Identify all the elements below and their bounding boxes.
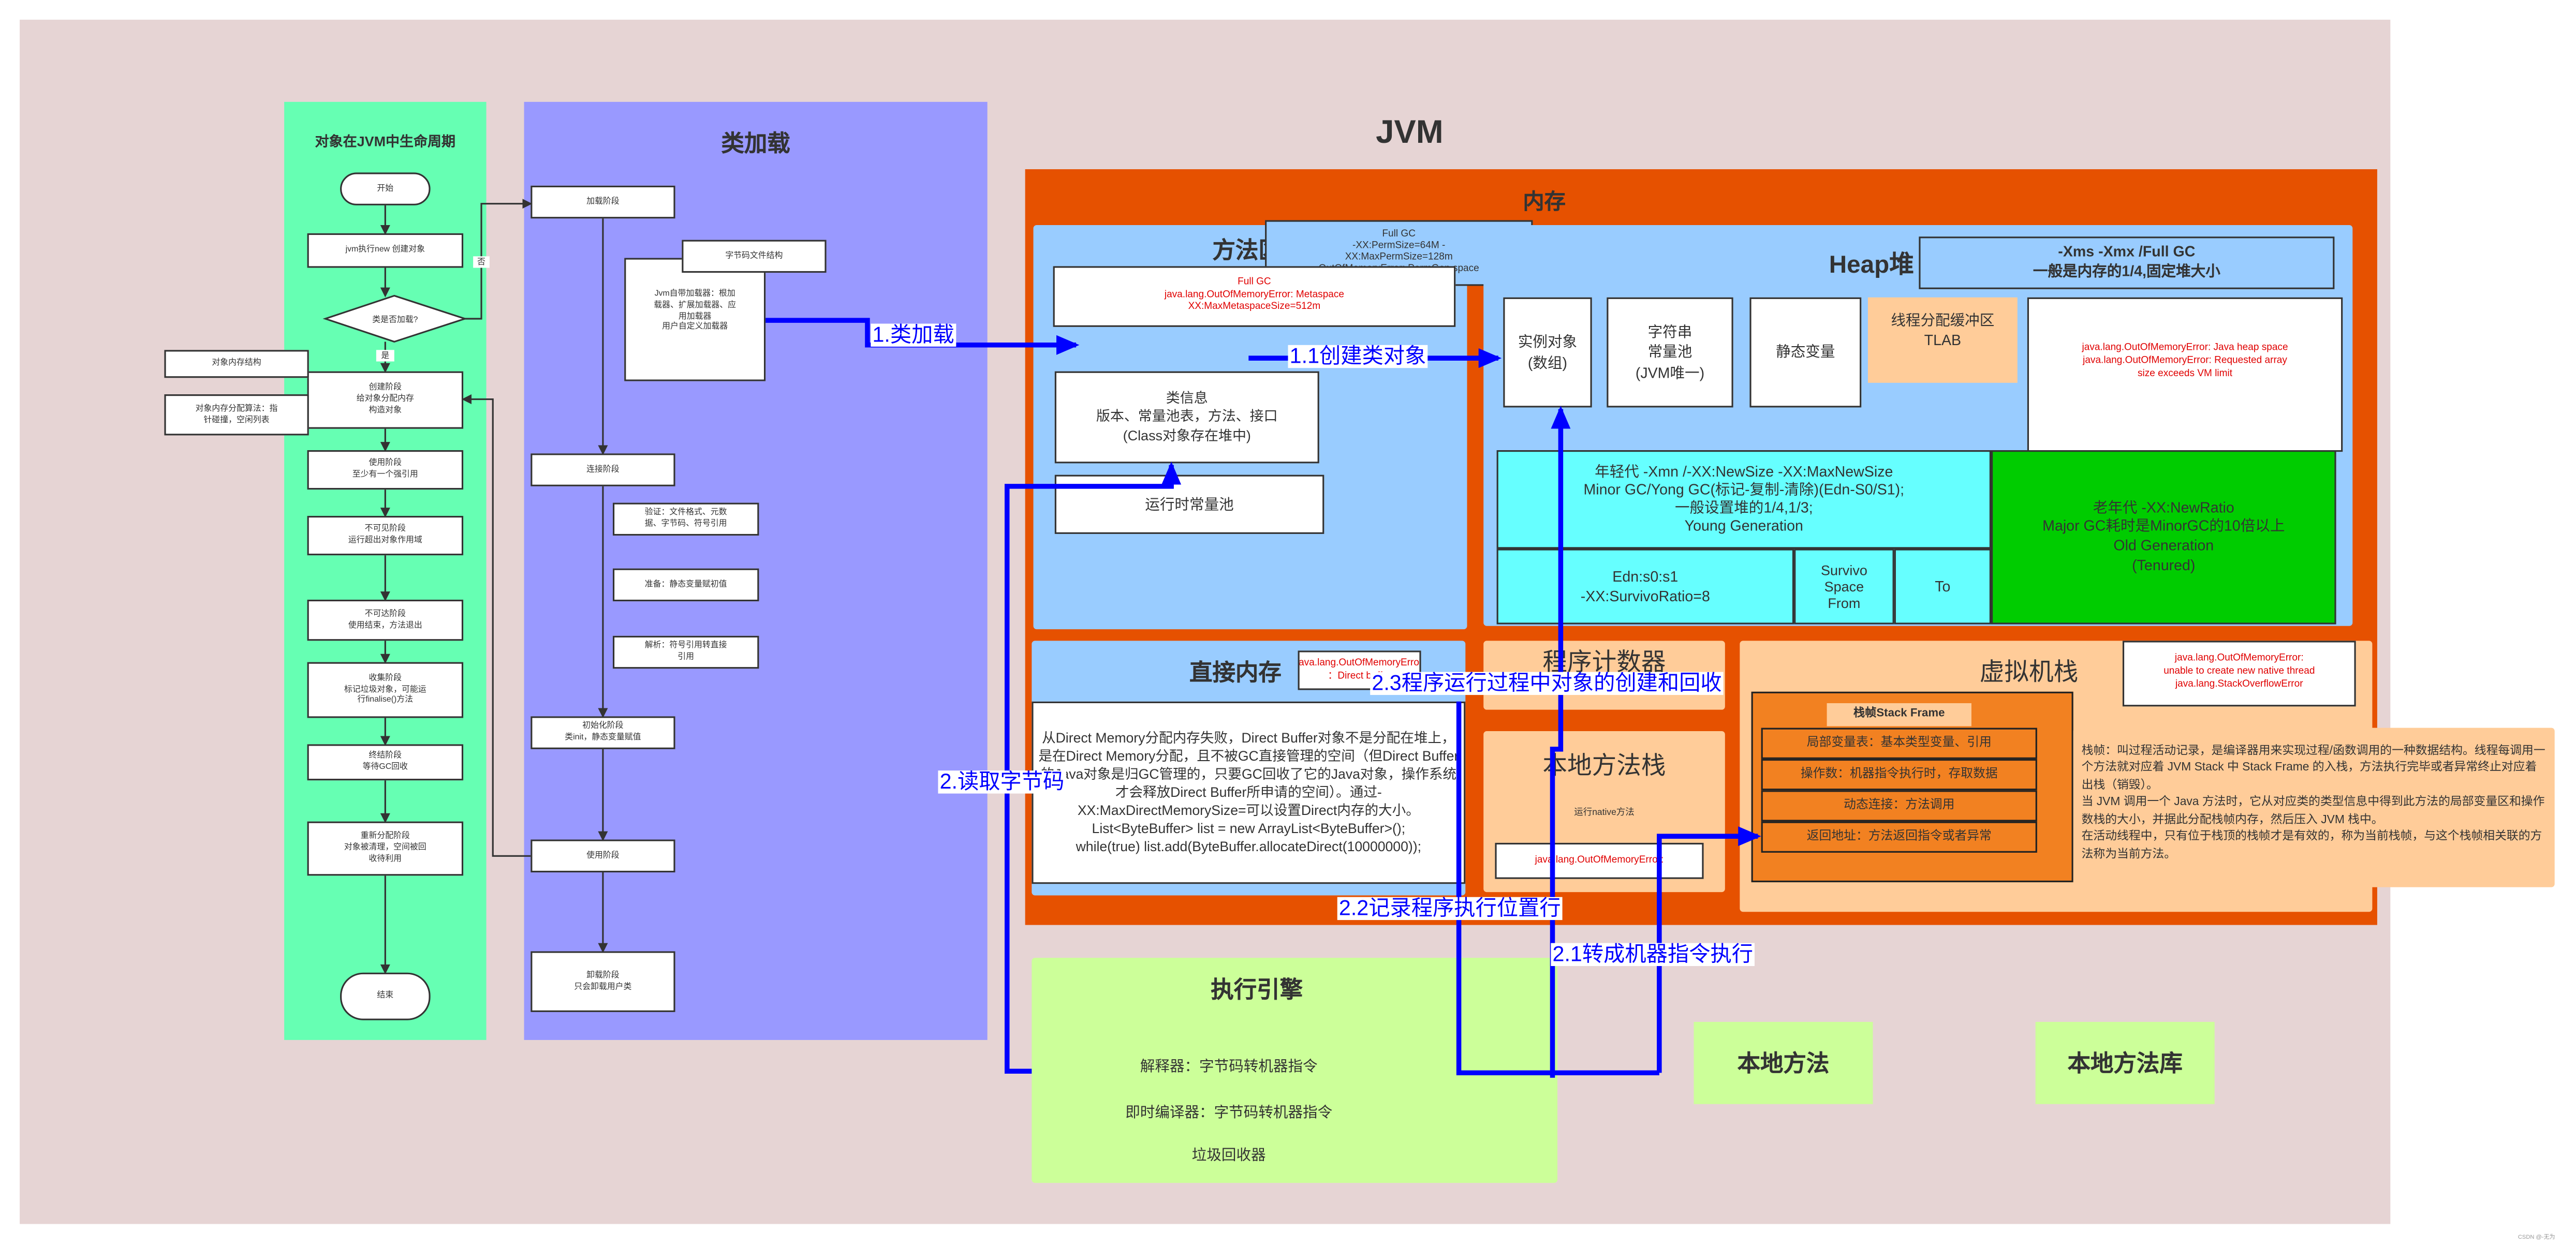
return-arrow xyxy=(461,394,531,857)
label-create-class-object: 1.1创建类对象 xyxy=(1288,344,1428,369)
label-object-lifecycle: 2.3程序运行过程中对象的创建和回收 xyxy=(1370,671,1724,696)
arrow-record-position xyxy=(1456,701,1659,1076)
connector-layer xyxy=(380,199,1761,1078)
label-record-position: 2.2记录程序执行位置行 xyxy=(1337,896,1563,921)
arrow-read-bytecode xyxy=(1004,462,1182,1074)
yes-label: 是 xyxy=(376,350,394,362)
arrow-object-lifecycle xyxy=(1550,406,1571,1078)
no-label: 否 xyxy=(473,256,490,268)
label-machine-instruction: 2.1转成机器指令执行 xyxy=(1551,942,1755,967)
label-class-load: 1.类加载 xyxy=(871,322,956,347)
diagram-canvas: 对象在JVM中生命周期 开始 jvm执行new 创建对象 类是否加载? 创建阶段… xyxy=(0,0,2576,1247)
label-read-bytecode: 2.读取字节码 xyxy=(938,769,1066,794)
